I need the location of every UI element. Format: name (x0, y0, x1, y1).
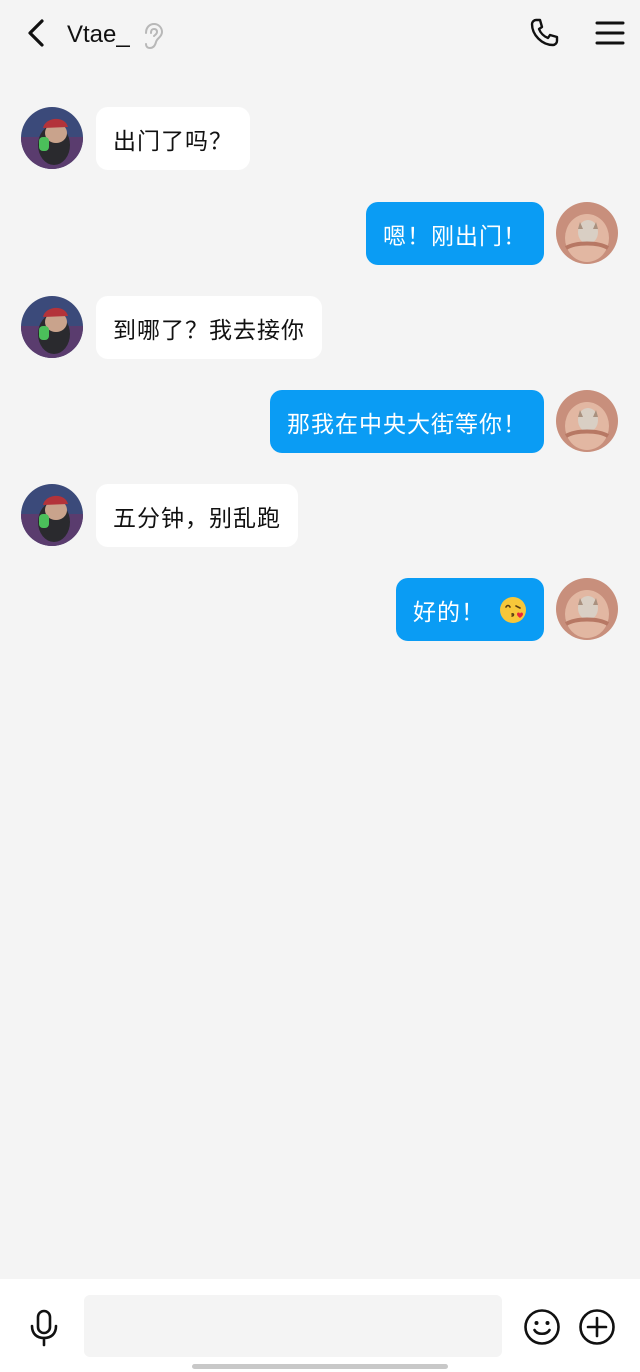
call-button[interactable] (524, 16, 564, 54)
ear-icon (142, 22, 164, 50)
composer-bar (0, 1279, 640, 1372)
message-row: 五分钟，别乱跑 (0, 484, 640, 548)
message-row: 嗯！刚出门！ (0, 202, 640, 266)
home-indicator[interactable] (192, 1364, 448, 1369)
voice-button[interactable] (22, 1308, 66, 1352)
contact-name[interactable]: Vtae_ (67, 18, 130, 52)
chat-header: Vtae_ (0, 0, 640, 72)
avatar[interactable] (556, 578, 618, 640)
kissing-face-icon (499, 596, 527, 624)
avatar[interactable] (21, 296, 83, 358)
back-button[interactable] (18, 16, 54, 54)
hamburger-menu-icon (595, 20, 625, 50)
smiley-icon (522, 1309, 562, 1351)
message-input[interactable] (84, 1295, 502, 1357)
message-bubble[interactable]: 嗯！刚出门！ (366, 202, 544, 265)
chevron-left-icon (25, 18, 47, 52)
message-text: 好的！ (413, 599, 485, 626)
message-bubble[interactable]: 出门了吗？ (96, 107, 250, 170)
avatar[interactable] (21, 484, 83, 546)
message-bubble[interactable]: 那我在中央大街等你！ (270, 390, 544, 453)
message-row: 到哪了？我去接你 (0, 296, 640, 360)
message-bubble[interactable]: 好的！ (396, 578, 544, 641)
avatar[interactable] (21, 107, 83, 169)
message-row: 那我在中央大街等你！ (0, 390, 640, 454)
menu-button[interactable] (590, 16, 630, 54)
emoji-button[interactable] (522, 1307, 562, 1347)
message-row: 好的！ (0, 578, 640, 642)
phone-icon (528, 17, 560, 53)
message-bubble[interactable]: 五分钟，别乱跑 (96, 484, 298, 547)
plus-circle-icon (577, 1309, 617, 1351)
message-bubble[interactable]: 到哪了？我去接你 (96, 296, 322, 359)
avatar[interactable] (556, 202, 618, 264)
more-button[interactable] (577, 1307, 617, 1347)
avatar[interactable] (556, 390, 618, 452)
microphone-icon (28, 1309, 60, 1351)
message-row: 出门了吗？ (0, 107, 640, 171)
